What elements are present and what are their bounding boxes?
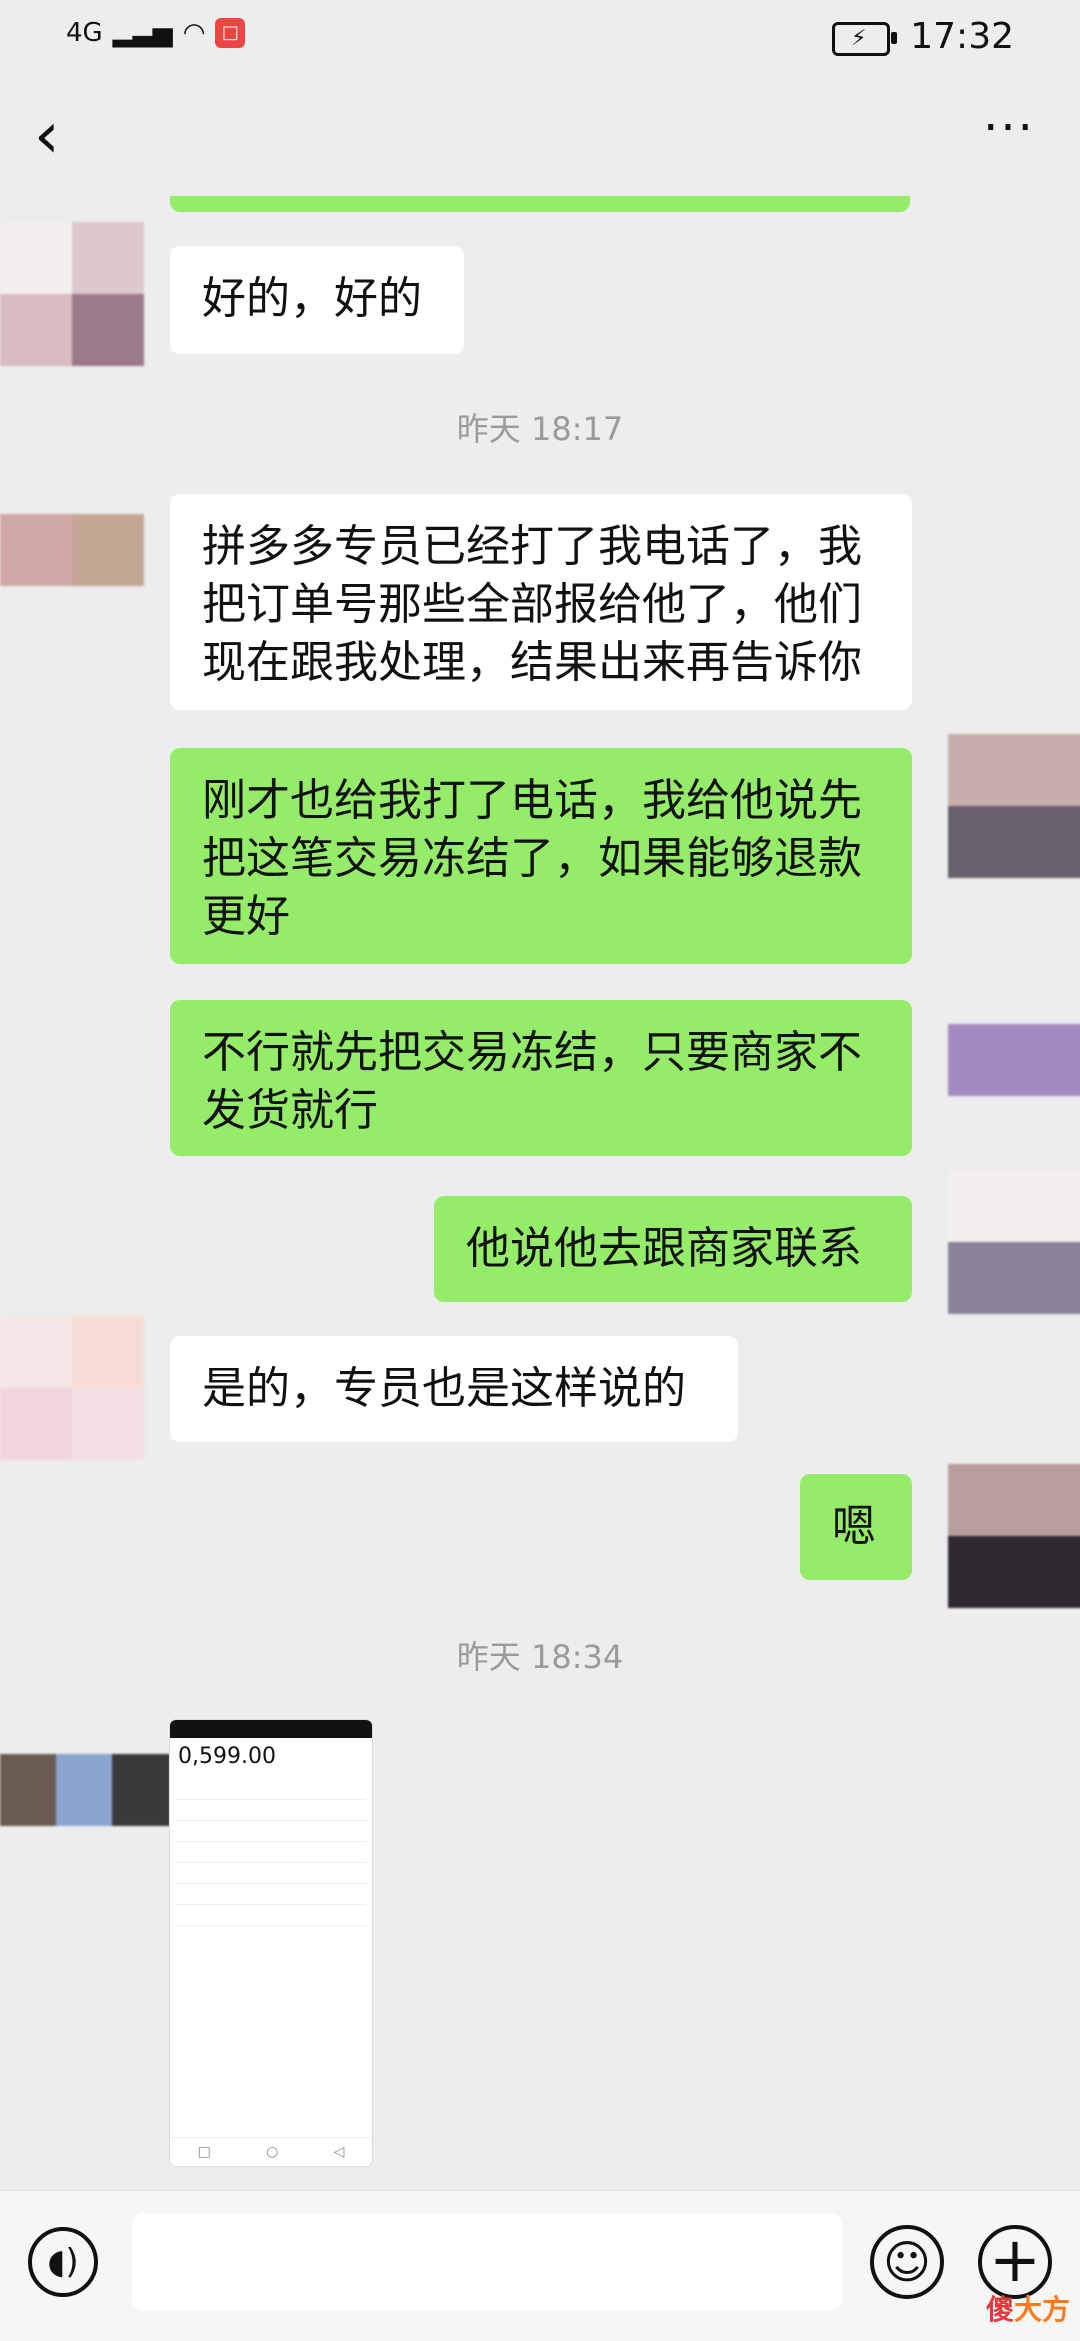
thumb-footer: □ ○ ◁ bbox=[170, 2137, 372, 2166]
avatar[interactable] bbox=[948, 1024, 1080, 1096]
message-bubble[interactable]: 拼多多专员已经打了我电话了，我把订单号那些全部报给他了，他们现在跟我处理，结果出… bbox=[170, 494, 912, 710]
status-time: 17:32 bbox=[910, 16, 1014, 57]
signal-icon: ▂▃▅ bbox=[112, 18, 173, 48]
avatar[interactable] bbox=[948, 734, 1080, 878]
message-bubble[interactable]: 是的，专员也是这样说的 bbox=[170, 1336, 738, 1442]
thumb-row bbox=[176, 1779, 366, 1800]
message-timestamp: 昨天 18:17 bbox=[456, 410, 624, 448]
watermark: 傻大方 bbox=[986, 2288, 1070, 2328]
avatar[interactable] bbox=[948, 1464, 1080, 1608]
partial-bubble bbox=[170, 196, 910, 212]
watermark-rest: 大方 bbox=[1013, 2293, 1070, 2326]
voice-icon[interactable]: ◖) bbox=[28, 2227, 98, 2297]
status-bar: 4G ▂▃▅ ◠ □ ⚡ 17:32 bbox=[0, 0, 1080, 80]
thumb-row bbox=[176, 1905, 366, 1926]
avatar[interactable] bbox=[0, 222, 144, 366]
network-label: 4G bbox=[66, 18, 103, 48]
wifi-icon: ◠ bbox=[182, 18, 206, 48]
avatar[interactable] bbox=[0, 514, 144, 586]
thumb-row bbox=[176, 1884, 366, 1905]
image-message-thumbnail[interactable]: 0,599.00 □ ○ ◁ bbox=[170, 1720, 372, 2166]
thumb-status-bar bbox=[170, 1720, 372, 1738]
thumb-row bbox=[176, 1863, 366, 1884]
watermark-first: 傻 bbox=[985, 2293, 1014, 2326]
thumb-row bbox=[176, 1842, 366, 1863]
avatar[interactable] bbox=[0, 1754, 170, 1826]
message-bubble[interactable]: 不行就先把交易冻结，只要商家不发货就行 bbox=[170, 1000, 912, 1156]
thumb-row bbox=[176, 1821, 366, 1842]
chat-header: ‹ ··· bbox=[0, 80, 1080, 200]
thumb-row bbox=[176, 1800, 366, 1821]
message-bubble[interactable]: 嗯 bbox=[800, 1474, 912, 1580]
avatar[interactable] bbox=[0, 1316, 144, 1460]
thumb-amount: 0,599.00 bbox=[178, 1744, 276, 1769]
battery-icon: ⚡ bbox=[832, 22, 897, 56]
message-bubble[interactable]: 他说他去跟商家联系 bbox=[434, 1196, 912, 1302]
message-bubble[interactable]: 好的，好的 bbox=[170, 246, 464, 354]
message-timestamp: 昨天 18:34 bbox=[456, 1638, 624, 1676]
input-bar: ◖) ☺ + bbox=[0, 2190, 1080, 2341]
thumb-rows bbox=[176, 1779, 366, 1926]
chevron-left-icon[interactable]: ‹ bbox=[34, 104, 94, 168]
emoji-icon[interactable]: ☺ bbox=[870, 2225, 944, 2299]
more-button[interactable]: ··· bbox=[974, 104, 1044, 166]
avatar[interactable] bbox=[948, 1170, 1080, 1314]
app-notification-icon: □ bbox=[215, 18, 246, 48]
status-left: 4G ▂▃▅ ◠ □ bbox=[66, 18, 246, 48]
message-input[interactable] bbox=[132, 2213, 842, 2311]
message-bubble[interactable]: 刚才也给我打了电话，我给他说先把这笔交易冻结了，如果能够退款更好 bbox=[170, 748, 912, 964]
